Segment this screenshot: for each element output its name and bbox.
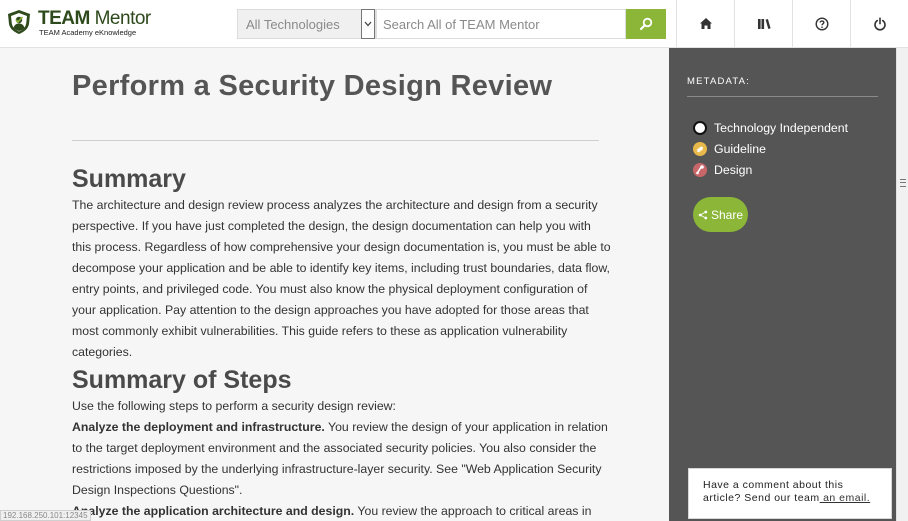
help-icon [814, 16, 829, 31]
metadata-type[interactable]: Guideline [693, 140, 766, 158]
share-button[interactable]: Share [693, 197, 748, 232]
status-url: 192.168.250.101:12345 [0, 510, 91, 521]
email-link[interactable]: an email. [820, 492, 871, 504]
step-architecture: Analyze the application architecture and… [72, 501, 612, 521]
step-deployment-title: Analyze the deployment and infrastructur… [72, 420, 325, 434]
guideline-icon [693, 142, 707, 156]
share-icon [698, 210, 708, 219]
logout-button[interactable] [850, 0, 908, 47]
steps-intro: Use the following steps to perform a sec… [72, 399, 396, 413]
summary-paragraph: The architecture and design review proce… [72, 198, 611, 359]
technology-select[interactable]: All Technologies [237, 9, 376, 39]
page-title: Perform a Security Design Review [72, 70, 553, 102]
logo-title: TEAM Mentor [38, 8, 151, 29]
metadata-technology-label: Technology Independent [714, 121, 849, 135]
comment-line-1: Have a comment about this [703, 479, 844, 491]
metadata-technology[interactable]: Technology Independent [693, 119, 848, 137]
chevron-down-icon[interactable] [361, 9, 375, 39]
metadata-phase-label: Design [714, 163, 753, 177]
scrollbar-grip[interactable] [900, 179, 906, 187]
logo-shield-icon [8, 10, 30, 34]
home-button[interactable] [676, 0, 734, 47]
technology-select-value: All Technologies [246, 17, 340, 32]
logo-subtitle: TEAM Academy eKnowledge [39, 28, 137, 37]
search-button[interactable] [626, 9, 666, 39]
power-icon [873, 16, 886, 31]
metadata-divider [687, 96, 878, 97]
comment-line-2-text: article? Send our team [703, 492, 820, 504]
library-button[interactable] [734, 0, 792, 47]
comment-box: Have a comment about this article? Send … [688, 468, 892, 519]
help-button[interactable] [792, 0, 850, 47]
technology-icon [693, 121, 707, 135]
step-deployment: Analyze the deployment and infrastructur… [72, 417, 612, 501]
step-architecture-title: Analyze the application architecture and… [72, 504, 355, 518]
comment-line-2: article? Send our team an email. [703, 492, 891, 505]
home-icon [699, 18, 712, 29]
article-content: Perform a Security Design Review Summary… [0, 48, 669, 521]
metadata-label: METADATA: [687, 76, 751, 87]
steps-heading: Summary of Steps [72, 366, 292, 394]
design-icon [693, 163, 707, 177]
metadata-phase[interactable]: Design [693, 161, 752, 179]
metadata-sidebar: METADATA: Technology Independent Guideli… [669, 48, 896, 521]
summary-heading: Summary [72, 165, 186, 193]
search-input[interactable] [376, 9, 626, 39]
step-architecture-text: You review the approach to critical area… [354, 504, 592, 518]
share-label: Share [710, 207, 744, 222]
team-mentor-logo[interactable]: TEAM Mentor TEAM Academy eKnowledge [6, 8, 156, 40]
metadata-type-label: Guideline [714, 142, 766, 156]
page-scrollbar[interactable] [896, 48, 908, 521]
title-divider [72, 140, 599, 141]
search-icon [639, 17, 653, 31]
library-icon [757, 18, 771, 29]
top-header: TEAM Mentor TEAM Academy eKnowledge All … [0, 0, 908, 48]
